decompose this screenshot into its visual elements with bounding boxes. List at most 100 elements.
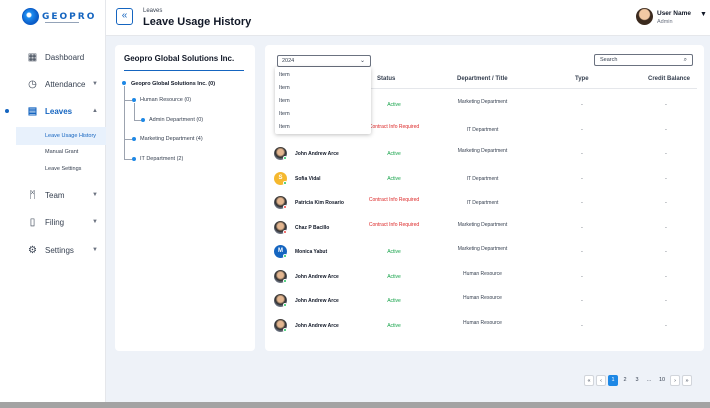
status-text: Active — [387, 175, 401, 182]
credit-balance-text: - — [665, 298, 667, 304]
year-dropdown-menu: Item Item Item Item Item — [275, 67, 371, 134]
page-header: « Leaves Leave Usage History User Name A… — [106, 0, 710, 36]
dropdown-item[interactable]: Item — [279, 85, 290, 91]
sidebar-item-leaves[interactable]: ▤ Leaves ▲ — [0, 101, 106, 121]
tree-node-admin-department[interactable]: Admin Department (0) — [149, 117, 203, 123]
logo-divider — [45, 22, 79, 23]
tree-node-dot — [122, 81, 126, 85]
employee-name[interactable]: Monica Yabut — [295, 249, 375, 255]
breadcrumb[interactable]: Leaves — [143, 8, 162, 14]
type-text: - — [581, 175, 583, 182]
chevron-down-icon[interactable]: ▼ — [700, 11, 707, 18]
last-page-button[interactable]: » — [682, 375, 692, 386]
presence-dot — [283, 303, 287, 307]
credit-balance-text: - — [665, 249, 667, 255]
dropdown-item[interactable]: Item — [279, 124, 290, 130]
user-name[interactable]: User Name — [657, 10, 691, 17]
department-text: Human Resource — [463, 295, 502, 301]
tree-node-human-resource[interactable]: Human Resource (0) — [140, 97, 191, 103]
employee-name[interactable]: John Andrew Arce — [295, 323, 375, 329]
employee-name[interactable]: Sofia Vidal — [295, 176, 375, 182]
org-tree-title: Geopro Global Solutions Inc. — [124, 54, 235, 63]
page-3-button[interactable]: 3 — [632, 375, 642, 386]
type-text: - — [581, 151, 583, 157]
column-header-department[interactable]: Department / Title — [457, 76, 508, 82]
presence-dot — [283, 327, 287, 332]
tree-node-it-department[interactable]: IT Department (2) — [140, 156, 183, 162]
dropdown-item[interactable]: Item — [279, 111, 290, 117]
logo-text: GEOPRO — [42, 11, 97, 22]
sidebar-subitem-leave-settings[interactable]: Leave Settings — [45, 166, 81, 172]
tree-node-root[interactable]: Geopro Global Solutions Inc. (0) — [131, 81, 215, 87]
employee-name[interactable]: John Andrew Arce — [295, 298, 375, 304]
chevron-down-icon: ▼ — [92, 81, 98, 87]
year-select-value: 2024 — [282, 58, 295, 64]
credit-balance-text: - — [665, 126, 667, 133]
type-text: - — [581, 249, 583, 255]
sidebar-item-settings[interactable]: ⚙ Settings ▼ — [0, 240, 106, 260]
presence-dot — [283, 205, 287, 209]
settings-icon: ⚙ — [28, 244, 37, 256]
credit-balance-text: - — [665, 273, 667, 280]
year-select[interactable]: 2024 ⌄ — [277, 55, 371, 67]
employee-name[interactable]: John Andrew Arce — [295, 274, 375, 280]
column-header-type[interactable]: Type — [575, 76, 589, 82]
clock-icon: ◷ — [28, 78, 37, 90]
employee-name[interactable]: Chaz P Bacillo — [295, 225, 375, 231]
sidebar: GEOPRO ▦ Dashboard ◷ Attendance ▼ ▤ Leav… — [0, 0, 106, 402]
sidebar-item-dashboard[interactable]: ▦ Dashboard — [0, 47, 106, 67]
presence-dot — [283, 229, 287, 234]
column-header-status[interactable]: Status — [377, 76, 395, 82]
sidebar-item-attendance[interactable]: ◷ Attendance ▼ — [0, 74, 106, 94]
tree-node-dot — [141, 118, 145, 122]
credit-balance-text: - — [665, 322, 667, 329]
page-10-button[interactable]: 10 — [656, 375, 668, 386]
column-header-credit-balance[interactable]: Credit Balance — [648, 76, 690, 82]
presence-dot — [283, 156, 287, 160]
credit-balance-text: - — [665, 102, 667, 108]
next-page-button[interactable]: › — [670, 375, 680, 386]
status-text: Active — [387, 298, 401, 304]
sidebar-item-label: Filing — [45, 217, 65, 227]
department-text: IT Department — [466, 126, 499, 133]
employee-name[interactable]: Patricia Kim Rosario — [295, 200, 375, 206]
tree-connector — [124, 86, 125, 160]
sidebar-subitem-manual-grant[interactable]: Manual Grant — [45, 149, 78, 155]
status-text: Active — [387, 102, 401, 108]
sidebar-item-label: Dashboard — [45, 52, 85, 62]
first-page-button[interactable]: « — [584, 375, 594, 386]
status-text: Active — [387, 151, 401, 157]
type-text: - — [581, 224, 583, 231]
department-text: Marketing Department — [457, 148, 508, 154]
sidebar-item-label: Leaves — [45, 106, 73, 116]
department-text: Marketing Department — [457, 99, 508, 105]
department-text: Marketing Department — [457, 221, 508, 228]
collapse-sidebar-button[interactable]: « — [116, 8, 133, 25]
pagination-ellipsis: ... — [646, 377, 652, 383]
search-placeholder: Search — [600, 57, 618, 63]
department-text: Marketing Department — [457, 246, 508, 252]
sidebar-item-team[interactable]: ᛗ Team ▼ — [0, 185, 106, 205]
tree-connector — [134, 103, 135, 120]
sidebar-subitem-leave-usage-history[interactable]: Leave Usage History — [45, 133, 96, 139]
presence-dot — [283, 254, 287, 258]
sidebar-item-filing[interactable]: ▯ Filing ▼ — [0, 212, 106, 232]
tree-node-marketing-department[interactable]: Marketing Department (4) — [140, 136, 203, 142]
tree-connector — [134, 120, 141, 121]
page-2-button[interactable]: 2 — [620, 375, 630, 386]
search-icon[interactable]: ⌕ — [684, 55, 687, 65]
presence-dot — [283, 180, 287, 185]
type-text: - — [581, 102, 583, 108]
department-text: IT Department — [466, 175, 499, 182]
credit-balance-text: - — [665, 175, 667, 182]
dropdown-item[interactable]: Item — [279, 72, 290, 78]
employee-name[interactable]: John Andrew Arce — [295, 151, 375, 157]
sidebar-item-label: Team — [45, 190, 65, 200]
tree-node-dot — [132, 98, 136, 102]
dropdown-item[interactable]: Item — [279, 98, 290, 104]
page-1-button[interactable]: 1 — [608, 375, 618, 386]
status-text: Contract Info Required — [368, 221, 420, 228]
search-input[interactable]: Search ⌕ — [594, 54, 693, 66]
prev-page-button[interactable]: ‹ — [596, 375, 606, 386]
user-avatar[interactable] — [636, 8, 653, 25]
